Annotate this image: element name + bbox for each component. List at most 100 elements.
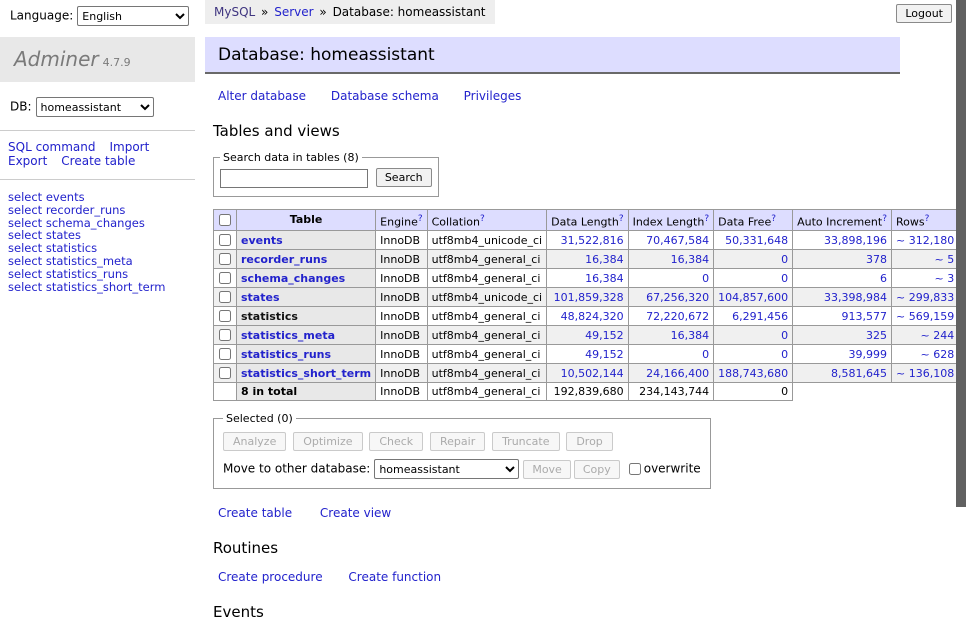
help-icon[interactable]: ? bbox=[480, 214, 485, 224]
rows-count-link[interactable]: ~ 5 bbox=[934, 253, 954, 266]
sidebar-item-select-statistics-runs[interactable]: select statistics_runs bbox=[8, 268, 195, 281]
data-free-link[interactable]: 0 bbox=[781, 272, 788, 285]
row-checkbox[interactable] bbox=[219, 272, 231, 284]
help-icon[interactable]: ? bbox=[704, 214, 709, 224]
table-link-statistics[interactable]: statistics bbox=[241, 310, 298, 323]
table-link-events[interactable]: events bbox=[241, 234, 283, 247]
sidebar-link-import[interactable]: Import bbox=[109, 140, 149, 154]
rows-count-link[interactable]: ~ 3 bbox=[934, 272, 954, 285]
language-select[interactable]: English bbox=[77, 6, 189, 26]
overwrite-checkbox[interactable] bbox=[629, 463, 641, 475]
search-button[interactable]: Search bbox=[376, 168, 432, 187]
data-free-link[interactable]: 6,291,456 bbox=[732, 310, 788, 323]
search-legend: Search data in tables (8) bbox=[220, 151, 362, 164]
create-function-link[interactable]: Create function bbox=[348, 570, 441, 584]
table-link-statistics-runs[interactable]: statistics_runs bbox=[241, 348, 331, 361]
data-length-link[interactable]: 16,384 bbox=[585, 272, 624, 285]
auto-increment-link[interactable]: 378 bbox=[866, 253, 887, 266]
data-free-link[interactable]: 104,857,600 bbox=[718, 291, 788, 304]
rows-count-link[interactable]: ~ 244 bbox=[920, 329, 954, 342]
copy-button[interactable]: Copy bbox=[574, 460, 620, 479]
collation-cell: utf8mb4_general_ci bbox=[427, 326, 546, 345]
truncate-button[interactable]: Truncate bbox=[492, 432, 559, 451]
analyze-button[interactable]: Analyze bbox=[223, 432, 286, 451]
table-link-schema-changes[interactable]: schema_changes bbox=[241, 272, 345, 285]
row-checkbox[interactable] bbox=[219, 291, 231, 303]
db-select[interactable]: homeassistant bbox=[36, 97, 154, 117]
rows-count-link[interactable]: ~ 569,159 bbox=[896, 310, 954, 323]
auto-increment-link[interactable]: 33,898,196 bbox=[824, 234, 887, 247]
search-input[interactable] bbox=[220, 169, 368, 188]
optimize-button[interactable]: Optimize bbox=[293, 432, 362, 451]
index-length-link[interactable]: 0 bbox=[702, 272, 709, 285]
auto-increment-link[interactable]: 325 bbox=[866, 329, 887, 342]
index-length-link[interactable]: 16,384 bbox=[671, 329, 710, 342]
auto-increment-link[interactable]: 39,999 bbox=[849, 348, 888, 361]
table-link-statistics-meta[interactable]: statistics_meta bbox=[241, 329, 335, 342]
data-length-link[interactable]: 49,152 bbox=[585, 329, 624, 342]
database-schema-link[interactable]: Database schema bbox=[331, 89, 439, 103]
rows-count-link[interactable]: ~ 136,108 bbox=[896, 367, 954, 380]
logout-button[interactable]: Logout bbox=[896, 4, 952, 23]
data-length-link[interactable]: 49,152 bbox=[585, 348, 624, 361]
auto-increment-link[interactable]: 913,577 bbox=[842, 310, 888, 323]
data-length-link[interactable]: 16,384 bbox=[585, 253, 624, 266]
data-free-link[interactable]: 0 bbox=[781, 253, 788, 266]
check-button[interactable]: Check bbox=[369, 432, 423, 451]
rows-count-link[interactable]: ~ 299,833 bbox=[896, 291, 954, 304]
row-checkbox[interactable] bbox=[219, 253, 231, 265]
auto-increment-link[interactable]: 33,398,984 bbox=[824, 291, 887, 304]
row-checkbox[interactable] bbox=[219, 348, 231, 360]
drop-button[interactable]: Drop bbox=[566, 432, 612, 451]
repair-button[interactable]: Repair bbox=[430, 432, 485, 451]
table-link-statistics-short-term[interactable]: statistics_short_term bbox=[241, 367, 371, 380]
rows-count-link[interactable]: ~ 312,180 bbox=[896, 234, 954, 247]
table-link-states[interactable]: states bbox=[241, 291, 280, 304]
help-icon[interactable]: ? bbox=[418, 214, 423, 224]
data-free-link[interactable]: 0 bbox=[781, 329, 788, 342]
table-link-recorder-runs[interactable]: recorder_runs bbox=[241, 253, 327, 266]
sidebar-item-select-recorder-runs[interactable]: select recorder_runs bbox=[8, 204, 195, 217]
index-length-link[interactable]: 0 bbox=[702, 348, 709, 361]
auto-increment-link[interactable]: 6 bbox=[880, 272, 887, 285]
move-button[interactable]: Move bbox=[523, 460, 571, 479]
breadcrumb-link-mysql[interactable]: MySQL bbox=[214, 5, 255, 19]
data-free-link[interactable]: 50,331,648 bbox=[725, 234, 788, 247]
row-checkbox[interactable] bbox=[219, 234, 231, 246]
index-length-link[interactable]: 70,467,584 bbox=[646, 234, 709, 247]
index-length-link[interactable]: 67,256,320 bbox=[646, 291, 709, 304]
help-icon[interactable]: ? bbox=[882, 214, 887, 224]
sidebar-item-select-events[interactable]: select events bbox=[8, 191, 195, 204]
breadcrumb-link-server[interactable]: Server bbox=[274, 5, 313, 19]
alter-database-link[interactable]: Alter database bbox=[218, 89, 306, 103]
help-icon[interactable]: ? bbox=[771, 214, 776, 224]
rows-count-link[interactable]: ~ 628 bbox=[920, 348, 954, 361]
data-length-link[interactable]: 31,522,816 bbox=[561, 234, 624, 247]
index-length-link[interactable]: 24,166,400 bbox=[646, 367, 709, 380]
sidebar-item-select-statistics-meta[interactable]: select statistics_meta bbox=[8, 255, 195, 268]
data-free-link[interactable]: 188,743,680 bbox=[718, 367, 788, 380]
index-length-link[interactable]: 72,220,672 bbox=[646, 310, 709, 323]
scrollbar-thumb[interactable] bbox=[956, 0, 966, 507]
help-icon[interactable]: ? bbox=[925, 214, 930, 224]
sidebar-link-export[interactable]: Export bbox=[8, 154, 47, 168]
create-table-link[interactable]: Create table bbox=[218, 506, 292, 520]
move-database-select[interactable]: homeassistant bbox=[374, 459, 519, 479]
auto-increment-link[interactable]: 8,581,645 bbox=[831, 367, 887, 380]
sidebar-item-select-statistics-short-term[interactable]: select statistics_short_term bbox=[8, 281, 195, 294]
privileges-link[interactable]: Privileges bbox=[464, 89, 522, 103]
data-length-link[interactable]: 101,859,328 bbox=[554, 291, 624, 304]
row-checkbox[interactable] bbox=[219, 329, 231, 341]
sidebar-link-create-table[interactable]: Create table bbox=[61, 154, 135, 168]
data-length-link[interactable]: 10,502,144 bbox=[561, 367, 624, 380]
sidebar-link-sql-command[interactable]: SQL command bbox=[8, 140, 95, 154]
help-icon[interactable]: ? bbox=[619, 214, 624, 224]
index-length-link[interactable]: 16,384 bbox=[671, 253, 710, 266]
select-all-checkbox[interactable] bbox=[219, 214, 231, 226]
row-checkbox[interactable] bbox=[219, 310, 231, 322]
data-length-link[interactable]: 48,824,320 bbox=[561, 310, 624, 323]
data-free-link[interactable]: 0 bbox=[781, 348, 788, 361]
create-procedure-link[interactable]: Create procedure bbox=[218, 570, 323, 584]
row-checkbox[interactable] bbox=[219, 367, 231, 379]
create-view-link[interactable]: Create view bbox=[320, 506, 391, 520]
